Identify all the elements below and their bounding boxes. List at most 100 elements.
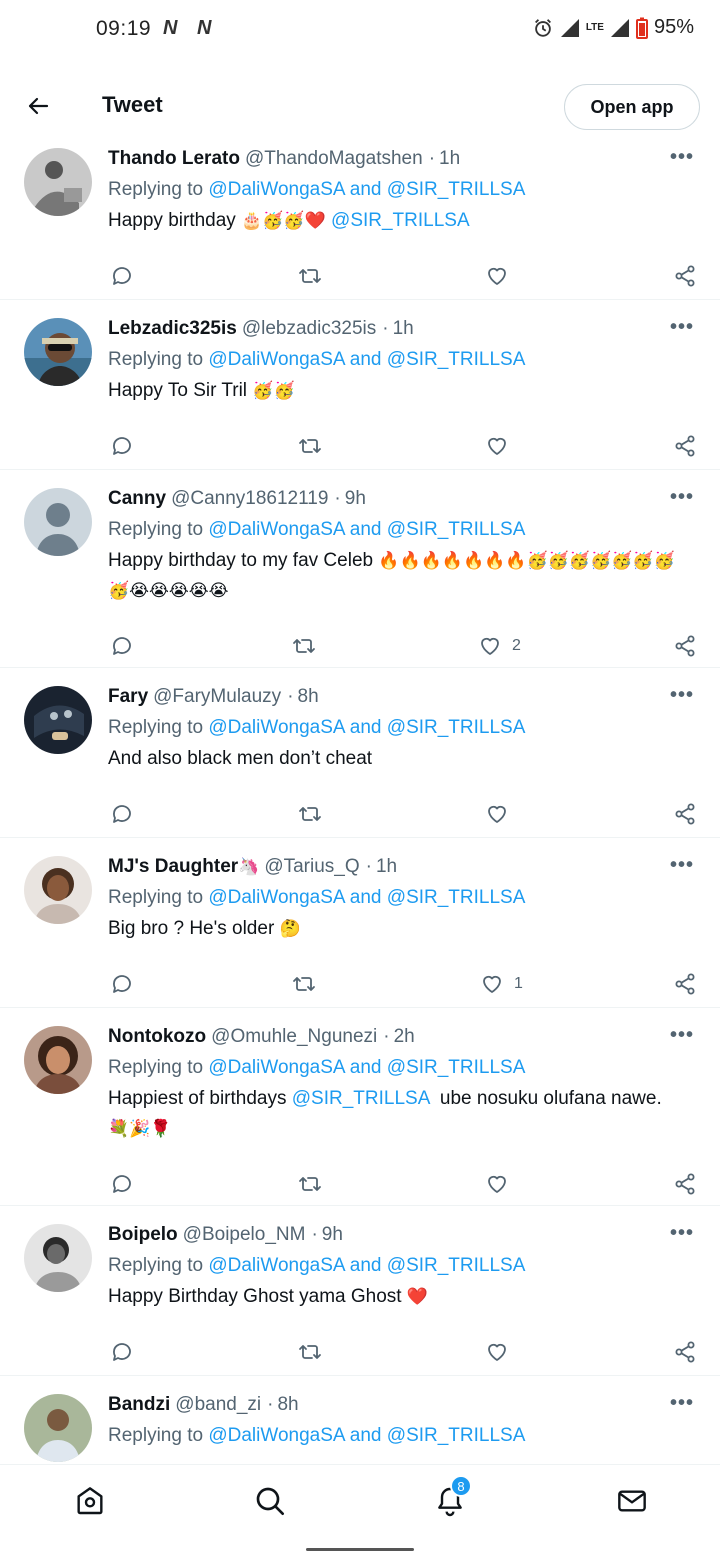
more-options-icon[interactable]: ••• bbox=[670, 486, 694, 509]
author-handle[interactable]: @band_zi bbox=[175, 1390, 261, 1420]
retweet-button[interactable] bbox=[298, 434, 322, 458]
like-button[interactable] bbox=[485, 802, 519, 826]
reply-tweet[interactable]: Lebzadic325is @lebzadic325is · 1h ••• Re… bbox=[0, 300, 720, 470]
more-options-icon[interactable]: ••• bbox=[670, 146, 694, 169]
nav-home[interactable] bbox=[72, 1483, 108, 1519]
author-handle[interactable]: @Canny18612119 bbox=[171, 484, 328, 514]
tweet-time[interactable]: 9h bbox=[345, 484, 366, 514]
author-name[interactable]: MJ's Daughter bbox=[108, 852, 238, 882]
author-name[interactable]: Lebzadic325is bbox=[108, 314, 237, 344]
share-button[interactable] bbox=[673, 434, 697, 458]
avatar[interactable] bbox=[24, 1224, 92, 1292]
tweet-time[interactable]: 9h bbox=[322, 1220, 343, 1250]
reply-button[interactable] bbox=[110, 1340, 134, 1364]
reply-tweet[interactable]: Canny @Canny18612119 · 9h ••• Replying t… bbox=[0, 470, 720, 668]
share-button[interactable] bbox=[673, 802, 697, 826]
reply-button[interactable] bbox=[110, 434, 134, 458]
author-name[interactable]: Nontokozo bbox=[108, 1022, 206, 1052]
replying-to-mentions[interactable]: @DaliWongaSA and @SIR_TRILLSA bbox=[208, 349, 525, 370]
replying-to: Replying to @DaliWongaSA and @SIR_TRILLS… bbox=[108, 349, 526, 370]
replying-to-mentions[interactable]: @DaliWongaSA and @SIR_TRILLSA bbox=[208, 1057, 525, 1078]
more-options-icon[interactable]: ••• bbox=[670, 1222, 694, 1245]
author-handle[interactable]: @FaryMulauzy bbox=[153, 682, 281, 712]
reply-tweet[interactable]: MJ's Daughter 🦄 @Tarius_Q · 1h ••• Replyi… bbox=[0, 838, 720, 1008]
share-button[interactable] bbox=[673, 634, 697, 658]
tweet-time[interactable]: 8h bbox=[277, 1390, 298, 1420]
author-handle[interactable]: @Omuhle_Ngunezi bbox=[211, 1022, 377, 1052]
reply-tweet[interactable]: Boipelo @Boipelo_NM · 9h ••• Replying to… bbox=[0, 1206, 720, 1376]
like-button[interactable] bbox=[485, 434, 519, 458]
avatar[interactable] bbox=[24, 488, 92, 556]
author-handle[interactable]: @Tarius_Q bbox=[264, 852, 359, 882]
author-name[interactable]: Canny bbox=[108, 484, 166, 514]
avatar[interactable] bbox=[24, 856, 92, 924]
retweet-button[interactable] bbox=[292, 972, 316, 996]
author-handle[interactable]: @lebzadic325is bbox=[242, 314, 376, 344]
reply-button[interactable] bbox=[110, 1172, 134, 1196]
retweet-button[interactable] bbox=[292, 634, 316, 658]
retweet-icon bbox=[299, 807, 321, 821]
open-app-button[interactable]: Open app bbox=[564, 84, 700, 130]
nav-notifications[interactable]: 8 bbox=[432, 1475, 472, 1519]
mention-link[interactable]: @SIR_TRILLSA bbox=[326, 210, 470, 231]
tweet-time[interactable]: 1h bbox=[393, 314, 414, 344]
like-button[interactable] bbox=[485, 1172, 519, 1196]
avatar[interactable] bbox=[24, 1394, 92, 1462]
mention-link[interactable]: @SIR_TRILLSA bbox=[292, 1088, 430, 1109]
like-button[interactable] bbox=[485, 264, 519, 288]
author-handle[interactable]: @ThandoMagatshen bbox=[245, 144, 423, 174]
replies-feed[interactable]: Thando Lerato @ThandoMagatshen · 1h ••• … bbox=[0, 130, 720, 1464]
reply-tweet[interactable]: Nontokozo @Omuhle_Ngunezi · 2h ••• Reply… bbox=[0, 1008, 720, 1206]
nav-search[interactable] bbox=[252, 1483, 288, 1519]
share-button[interactable] bbox=[673, 1172, 697, 1196]
reply-button[interactable] bbox=[110, 972, 134, 996]
avatar[interactable] bbox=[24, 1026, 92, 1094]
replying-to-mentions[interactable]: @DaliWongaSA and @SIR_TRILLSA bbox=[208, 717, 525, 738]
more-options-icon[interactable]: ••• bbox=[670, 854, 694, 877]
tweet-time[interactable]: 2h bbox=[394, 1022, 415, 1052]
reply-tweet[interactable]: Bandzi @band_zi · 8h ••• Replying to @Da… bbox=[0, 1376, 720, 1464]
retweet-button[interactable] bbox=[298, 264, 322, 288]
author-handle[interactable]: @Boipelo_NM bbox=[183, 1220, 306, 1250]
avatar[interactable] bbox=[24, 686, 92, 754]
more-options-icon[interactable]: ••• bbox=[670, 684, 694, 707]
reply-button[interactable] bbox=[110, 634, 134, 658]
home-gesture-pill[interactable] bbox=[306, 1548, 414, 1551]
replying-to-mentions[interactable]: @DaliWongaSA and @SIR_TRILLSA bbox=[208, 1425, 525, 1446]
tweet-time[interactable]: 8h bbox=[298, 682, 319, 712]
like-button[interactable]: 2 bbox=[478, 634, 521, 658]
replying-to-mentions[interactable]: @DaliWongaSA and @SIR_TRILLSA bbox=[208, 1255, 525, 1276]
reply-icon bbox=[113, 437, 131, 455]
author-name[interactable]: Fary bbox=[108, 682, 148, 712]
retweet-icon bbox=[299, 269, 321, 283]
author-name[interactable]: Bandzi bbox=[108, 1390, 170, 1420]
author-name[interactable]: Boipelo bbox=[108, 1220, 178, 1250]
back-button[interactable] bbox=[18, 86, 58, 126]
nav-messages[interactable] bbox=[614, 1483, 650, 1519]
more-options-icon[interactable]: ••• bbox=[670, 1392, 694, 1415]
more-options-icon[interactable]: ••• bbox=[670, 316, 694, 339]
share-button[interactable] bbox=[673, 972, 697, 996]
retweet-button[interactable] bbox=[298, 802, 322, 826]
retweet-button[interactable] bbox=[298, 1340, 322, 1364]
like-button[interactable] bbox=[485, 1340, 519, 1364]
reply-button[interactable] bbox=[110, 802, 134, 826]
more-options-icon[interactable]: ••• bbox=[670, 1024, 694, 1047]
like-button[interactable]: 1 bbox=[480, 972, 523, 996]
reply-tweet[interactable]: Fary @FaryMulauzy · 8h ••• Replying to @… bbox=[0, 668, 720, 838]
avatar[interactable] bbox=[24, 148, 92, 216]
replying-to-mentions[interactable]: @DaliWongaSA and @SIR_TRILLSA bbox=[208, 179, 525, 200]
replying-to-mentions[interactable]: @DaliWongaSA and @SIR_TRILLSA bbox=[208, 887, 525, 908]
share-button[interactable] bbox=[673, 1340, 697, 1364]
replying-to-mentions[interactable]: @DaliWongaSA and @SIR_TRILLSA bbox=[208, 519, 525, 540]
tweet-time[interactable]: 1h bbox=[376, 852, 397, 882]
reply-tweet[interactable]: Thando Lerato @ThandoMagatshen · 1h ••• … bbox=[0, 130, 720, 300]
share-button[interactable] bbox=[673, 264, 697, 288]
reply-button[interactable] bbox=[110, 264, 134, 288]
tweet-time[interactable]: 1h bbox=[439, 144, 460, 174]
author-name[interactable]: Thando Lerato bbox=[108, 144, 240, 174]
reply-icon bbox=[113, 1343, 131, 1361]
gesture-bar bbox=[0, 1536, 720, 1560]
retweet-button[interactable] bbox=[298, 1172, 322, 1196]
avatar[interactable] bbox=[24, 318, 92, 386]
